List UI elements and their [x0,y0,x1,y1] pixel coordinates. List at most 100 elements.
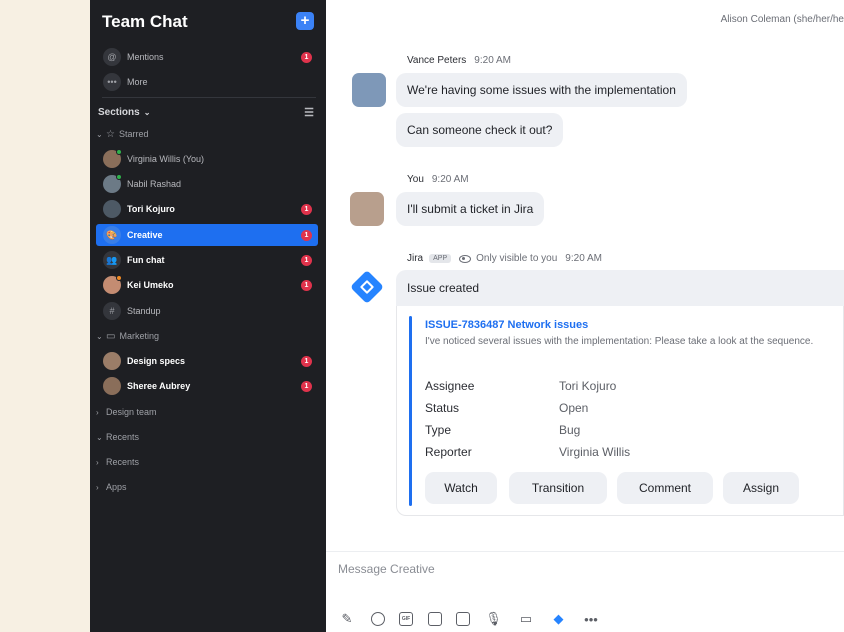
group-label: Starred [118,129,149,139]
message-time: 9:20 AM [565,253,602,264]
field-key: Type [425,423,452,437]
sidebar-item-label: Mentions [127,52,164,62]
jira-icon[interactable]: ◆ [550,610,568,628]
unread-badge: 1 [301,229,312,241]
sidebar: Team Chat + @ Mentions 1 ••• More Sectio… [90,0,326,632]
emoji-icon[interactable] [370,612,385,626]
assign-button[interactable]: Assign [723,472,799,504]
sender-name[interactable]: Jira [407,253,423,264]
microphone-icon[interactable]: 🎙 [485,610,503,628]
sections-label: Sections [98,106,140,118]
composer-toolbar: ✎ GIF 🎙 ▭ ◆ ••• [338,608,615,630]
avatar [103,174,122,193]
sidebar-item-standup[interactable]: # Standup [96,300,318,322]
compose-plus-icon[interactable]: + [296,12,314,30]
sidebar-item-mentions[interactable]: @ Mentions 1 [96,46,318,68]
avatar[interactable] [350,192,384,226]
watch-button[interactable]: Watch [425,472,497,504]
at-sign-icon: @ [103,48,121,66]
sidebar-item-label: Sheree Aubrey [127,381,191,391]
more-icon[interactable]: ••• [582,610,600,628]
message-meta: Jira APP Only visible to you 9:20 AM [407,253,602,264]
avatar [103,149,122,168]
avatar[interactable] [352,73,386,107]
sidebar-item-label: Design specs [127,356,186,366]
divider [326,551,844,552]
sidebar-item-label: Fun chat [127,255,165,265]
field-status: Status Open [425,397,825,419]
transition-button[interactable]: Transition [509,472,607,504]
card-accent-bar [409,316,412,506]
field-assignee: Assignee Tori Kojuro [425,375,825,397]
sidebar-item-sheree-aubrey[interactable]: Sheree Aubrey 1 [96,375,318,397]
file-icon[interactable] [427,612,442,626]
group-starred[interactable]: ⌄ ☆ Starred [96,127,148,141]
group-label: Recents [106,432,140,442]
field-value: Virginia Willis [559,445,631,459]
sidebar-item-fun-chat[interactable]: 👥 Fun chat 1 [96,249,318,271]
video-icon[interactable]: ▭ [517,610,535,628]
sender-name[interactable]: Vance Peters [407,55,466,66]
avatar [103,200,121,218]
avatar [103,275,122,294]
chevron-down-icon: ⌄ [143,107,151,117]
sidebar-item-tori-kojuro[interactable]: Tori Kojuro 1 [96,198,318,220]
group-marketing[interactable]: ⌄ ▭ Marketing [96,329,159,343]
app-badge: APP [429,254,452,263]
group-label: Design team [106,407,157,417]
unread-badge: 1 [301,355,312,367]
sidebar-item-kei-umeko[interactable]: Kei Umeko 1 [96,274,318,296]
sidebar-item-creative[interactable]: 🎨 Creative 1 [96,224,318,246]
sidebar-item-label: Nabil Rashad [127,179,182,189]
unread-badge: 1 [301,203,312,215]
message-time: 9:20 AM [474,55,511,66]
people-icon: 👥 [103,251,121,269]
jira-logo-icon [351,271,383,303]
field-reporter: Reporter Virginia Willis [425,441,825,463]
sender-name[interactable]: You [407,174,424,185]
filter-icon[interactable]: ☰ [304,106,314,119]
unread-badge: 1 [301,380,312,392]
online-status-icon [116,174,122,180]
chevron-down-icon: ⌄ [96,129,103,139]
chat-panel: Alison Coleman (she/her/he Vance Peters … [326,0,844,632]
eye-icon [459,254,472,263]
group-label: Apps [106,482,127,492]
app-title: Team Chat [102,12,188,31]
gif-icon[interactable]: GIF [399,612,413,626]
online-status-icon [116,149,122,155]
chat-header-user[interactable]: Alison Coleman (she/her/he [721,14,844,25]
field-key: Reporter [425,445,472,459]
issue-title: Issue created [396,270,844,306]
sidebar-item-virginia-willis[interactable]: Virginia Willis (You) [96,148,318,170]
sections-header[interactable]: Sections ⌄ ☰ [98,105,320,119]
group-recents-2[interactable]: › Recents [96,455,139,469]
message-meta: Vance Peters 9:20 AM [407,55,511,66]
comment-button[interactable]: Comment [617,472,713,504]
group-recents[interactable]: ⌄ Recents [96,430,139,444]
message-bubble: I'll submit a ticket in Jira [396,192,545,226]
group-design-team[interactable]: › Design team [96,405,157,419]
field-value: Bug [559,423,581,437]
sidebar-item-label: Creative [127,230,163,240]
message-input[interactable]: Message Creative [338,562,435,576]
visibility-note: Only visible to you [476,253,558,264]
group-label: Marketing [119,331,159,341]
field-value: Tori Kojuro [559,379,617,393]
pen-icon[interactable]: ✎ [338,610,356,628]
folder-icon: ▭ [106,330,116,342]
palette-icon: 🎨 [103,226,121,244]
chevron-down-icon: ⌄ [96,331,103,341]
field-value: Open [559,401,589,415]
screenshot-icon[interactable] [456,612,470,626]
hash-icon: # [103,302,121,320]
unread-badge: 1 [301,254,312,266]
sidebar-item-more[interactable]: ••• More [96,71,318,93]
chevron-right-icon: › [96,457,99,467]
field-type: Type Bug [425,419,825,441]
sidebar-item-design-specs[interactable]: Design specs 1 [96,350,318,372]
sidebar-item-nabil-rashad[interactable]: Nabil Rashad [96,173,318,195]
issue-link[interactable]: ISSUE-7836487 Network issues [425,319,588,331]
group-apps[interactable]: › Apps [96,480,127,494]
unread-badge: 1 [301,51,312,63]
